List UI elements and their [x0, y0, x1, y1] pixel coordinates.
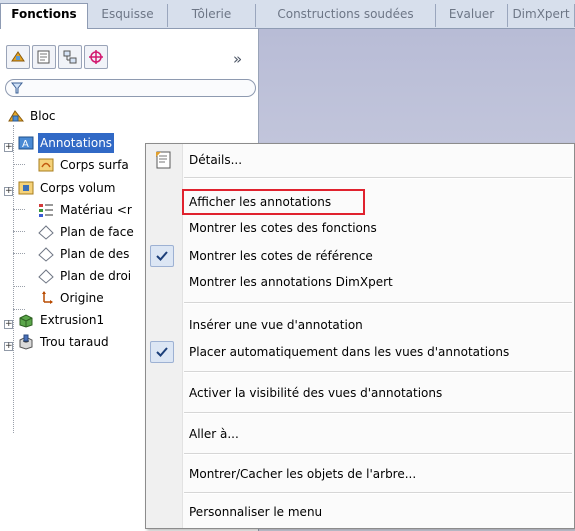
surface-bodies-icon	[38, 158, 54, 172]
tree-item-plan-de-droite[interactable]: Plan de droi	[38, 266, 148, 286]
menu-item-label: Aller à...	[189, 427, 239, 441]
tree-connector-line	[13, 286, 25, 287]
property-manager-icon	[37, 50, 50, 64]
tree-item-trou-taraude[interactable]: Trou taraud	[18, 332, 148, 352]
details-icon	[156, 151, 171, 169]
configuration-manager-tab[interactable]	[58, 45, 82, 69]
solid-bodies-icon	[18, 181, 34, 195]
tree-item-bloc[interactable]: Bloc	[8, 106, 128, 126]
menu-item-cotes-reference[interactable]: Montrer les cotes de référence	[183, 244, 573, 268]
tree-item-label: Plan de des	[60, 247, 130, 261]
menu-item-label: Personnaliser le menu	[189, 505, 323, 519]
origin-icon	[42, 291, 53, 304]
tree-item-label: Annotations	[38, 133, 115, 153]
tree-item-materiau[interactable]: Matériau <r	[38, 200, 148, 220]
menu-item-label: Montrer les cotes des fonctions	[189, 221, 377, 235]
menu-item-cotes-fonctions[interactable]: Montrer les cotes des fonctions	[183, 216, 573, 240]
tree-item-plan-de-face[interactable]: Plan de face	[38, 222, 148, 242]
tree-item-annotations[interactable]: A Annotations	[18, 133, 158, 153]
plane-icon	[38, 269, 54, 284]
expand-toggle-icon[interactable]: +	[4, 320, 13, 329]
checked-indicator	[150, 341, 174, 363]
checkmark-icon	[156, 347, 168, 357]
menu-separator	[184, 177, 572, 179]
svg-text:A: A	[22, 139, 29, 150]
context-menu: Détails... Afficher les annotations Mont…	[145, 143, 575, 529]
material-icon	[39, 204, 53, 217]
dimxpert-manager-tab[interactable]	[84, 45, 108, 69]
menu-item-activer-visibilite[interactable]: Activer la visibilité des vues d'annotat…	[183, 381, 573, 405]
menu-item-inserer-vue-annotation[interactable]: Insérer une vue d'annotation	[183, 313, 573, 337]
tree-connector-line	[13, 164, 25, 165]
feature-tree-icon	[11, 51, 25, 62]
menu-item-details[interactable]: Détails...	[183, 148, 573, 172]
feature-tree-tab[interactable]	[6, 45, 30, 69]
tree-connector-line	[13, 125, 14, 433]
checked-indicator	[150, 245, 174, 267]
plane-icon	[38, 247, 54, 262]
dimxpert-crosshair-icon	[89, 50, 103, 64]
tab-evaluer[interactable]: Evaluer	[436, 4, 508, 27]
filter-funnel-icon	[11, 82, 23, 94]
menu-item-placer-automatiquement[interactable]: Placer automatiquement dans les vues d'a…	[183, 340, 573, 364]
tab-constructions-soudees[interactable]: Constructions soudées	[256, 4, 436, 27]
expand-toggle-icon[interactable]: +	[4, 143, 13, 152]
menu-item-annotations-dimxpert[interactable]: Montrer les annotations DimXpert	[183, 270, 573, 294]
tab-fonctions[interactable]: Fonctions	[0, 3, 88, 29]
command-manager-tabbar: Fonctions Esquisse Tôlerie Constructions…	[0, 0, 575, 29]
tree-item-label: Origine	[60, 291, 104, 305]
tree-item-plan-de-dessus[interactable]: Plan de des	[38, 244, 148, 264]
menu-item-label: Détails...	[189, 153, 243, 167]
panel-expand-chevron-icon[interactable]: »	[233, 50, 242, 68]
menu-item-label: Montrer/Cacher les objets de l'arbre...	[189, 467, 417, 481]
tab-dimxpert[interactable]: DimXpert	[508, 4, 575, 27]
tree-item-label: Plan de droi	[60, 269, 132, 283]
tree-item-label: Corps surfa	[60, 158, 129, 172]
menu-item-label: Placer automatiquement dans les vues d'a…	[189, 345, 510, 359]
tree-item-label: Plan de face	[60, 225, 134, 239]
configuration-manager-icon	[63, 50, 77, 64]
tree-item-label: Matériau <r	[60, 203, 132, 217]
tree-item-corps-volumiques[interactable]: Corps volum	[18, 178, 148, 198]
hole-wizard-icon	[19, 334, 33, 350]
tree-item-label: Trou taraud	[40, 335, 109, 349]
part-icon	[8, 110, 24, 122]
tree-connector-line	[13, 231, 25, 232]
checkmark-icon	[156, 251, 168, 261]
menu-separator	[184, 453, 572, 455]
tree-item-label: Bloc	[30, 109, 56, 123]
menu-separator	[184, 302, 572, 304]
menu-item-label: Montrer les cotes de référence	[189, 249, 373, 263]
tab-esquisse[interactable]: Esquisse	[88, 4, 168, 27]
menu-separator	[184, 371, 572, 373]
tree-filter-input[interactable]	[5, 79, 256, 97]
tree-item-origine[interactable]: Origine	[38, 288, 148, 308]
highlight-box	[182, 189, 365, 215]
tree-connector-line	[13, 253, 25, 254]
menu-separator	[184, 412, 572, 414]
tab-tolerie[interactable]: Tôlerie	[168, 4, 256, 27]
menu-icon-gutter	[146, 144, 183, 528]
property-manager-tab[interactable]	[32, 45, 56, 69]
menu-item-personnaliser-menu[interactable]: Personnaliser le menu	[183, 500, 573, 524]
expand-toggle-icon[interactable]: +	[4, 342, 13, 351]
tree-item-corps-surfaciques[interactable]: Corps surfa	[38, 155, 148, 175]
menu-item-label: Activer la visibilité des vues d'annotat…	[189, 386, 443, 400]
tree-connector-line	[13, 209, 25, 210]
plane-icon	[38, 225, 54, 240]
menu-item-montrer-cacher-objets[interactable]: Montrer/Cacher les objets de l'arbre...	[183, 462, 573, 486]
extrude-icon	[19, 314, 33, 328]
tree-item-label: Extrusion1	[40, 313, 105, 327]
menu-item-label: Insérer une vue d'annotation	[189, 318, 363, 332]
menu-item-label: Montrer les annotations DimXpert	[189, 275, 393, 289]
menu-separator	[184, 492, 572, 494]
menu-item-aller-a[interactable]: Aller à...	[183, 422, 573, 446]
tree-item-label: Corps volum	[40, 181, 116, 195]
expand-toggle-icon[interactable]: +	[4, 187, 13, 196]
annotations-folder-icon: A	[18, 136, 34, 150]
tree-item-extrusion1[interactable]: Extrusion1	[18, 310, 148, 330]
